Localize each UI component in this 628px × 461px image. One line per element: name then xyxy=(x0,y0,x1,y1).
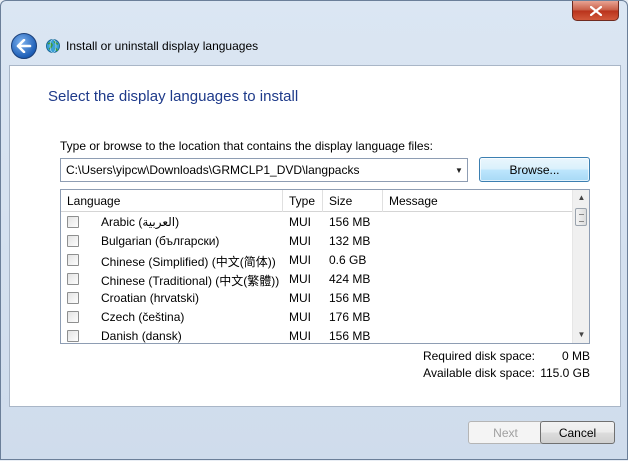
available-space-label: Available disk space: xyxy=(423,366,535,380)
close-button[interactable] xyxy=(572,1,619,21)
list-item[interactable]: Chinese (Simplified) (中文(简体)) MUI 0.6 GB xyxy=(61,251,572,270)
column-header-language[interactable]: Language xyxy=(61,190,283,212)
language-size: 156 MB xyxy=(329,291,371,305)
list-item[interactable]: Arabic (العربية) MUI 156 MB xyxy=(61,213,572,232)
window-title: Install or uninstall display languages xyxy=(66,39,259,53)
content-panel: Select the display languages to install … xyxy=(9,65,621,407)
language-checkbox[interactable] xyxy=(67,330,79,342)
language-size: 424 MB xyxy=(329,272,371,286)
language-type: MUI xyxy=(289,253,311,267)
language-name: Croatian (hrvatski) xyxy=(101,291,200,305)
language-checkbox[interactable] xyxy=(67,254,79,266)
scroll-down-icon[interactable]: ▼ xyxy=(573,327,589,343)
language-type: MUI xyxy=(289,234,311,248)
language-name: Bulgarian (български) xyxy=(101,234,220,248)
list-item[interactable]: Czech (čeština) MUI 176 MB xyxy=(61,308,572,327)
scrollbar-thumb[interactable] xyxy=(575,208,587,226)
next-button[interactable]: Next xyxy=(468,421,543,444)
language-name: Chinese (Traditional) (中文(繁體)) xyxy=(101,274,280,288)
language-name: Danish (dansk) xyxy=(101,329,182,343)
path-combobox[interactable]: C:\Users\yipcw\Downloads\GRMCLP1_DVD\lan… xyxy=(60,158,468,182)
language-size: 132 MB xyxy=(329,234,371,248)
language-type: MUI xyxy=(289,310,311,324)
path-input[interactable]: C:\Users\yipcw\Downloads\GRMCLP1_DVD\lan… xyxy=(66,163,451,177)
language-name: Czech (čeština) xyxy=(101,310,185,324)
globe-language-icon xyxy=(46,39,60,53)
back-button[interactable] xyxy=(11,33,37,59)
dialog-footer: Next Cancel xyxy=(1,409,628,461)
dialog-window: Install or uninstall display languages S… xyxy=(0,0,628,460)
path-prompt-label: Type or browse to the location that cont… xyxy=(60,139,433,153)
list-rows: Arabic (العربية) MUI 156 MB Bulgarian (б… xyxy=(61,213,572,343)
list-item[interactable]: Chinese (Traditional) (中文(繁體)) MUI 424 M… xyxy=(61,270,572,289)
navigation-bar: Install or uninstall display languages xyxy=(1,29,628,65)
language-checkbox[interactable] xyxy=(67,235,79,247)
language-size: 156 MB xyxy=(329,215,371,229)
browse-button[interactable]: Browse... xyxy=(479,157,590,182)
column-header-message[interactable]: Message xyxy=(383,190,572,212)
list-item[interactable]: Danish (dansk) MUI 156 MB xyxy=(61,327,572,343)
language-type: MUI xyxy=(289,272,311,286)
language-list[interactable]: Language Type Size Message Arabic (العرب… xyxy=(60,189,590,344)
column-header-type[interactable]: Type xyxy=(283,190,323,212)
language-size: 176 MB xyxy=(329,310,371,324)
list-header: Language Type Size Message xyxy=(61,190,572,212)
language-size: 156 MB xyxy=(329,329,371,343)
vertical-scrollbar[interactable]: ▲ ▼ xyxy=(572,190,589,343)
language-type: MUI xyxy=(289,291,311,305)
language-checkbox[interactable] xyxy=(67,216,79,228)
language-checkbox[interactable] xyxy=(67,292,79,304)
required-space-label: Required disk space: xyxy=(422,349,535,363)
language-name: Arabic (العربية) xyxy=(101,215,180,229)
list-item[interactable]: Croatian (hrvatski) MUI 156 MB xyxy=(61,289,572,308)
cancel-button[interactable]: Cancel xyxy=(540,421,615,444)
close-icon xyxy=(589,5,602,16)
language-type: MUI xyxy=(289,329,311,343)
language-type: MUI xyxy=(289,215,311,229)
column-header-size[interactable]: Size xyxy=(323,190,383,212)
list-item[interactable]: Bulgarian (български) MUI 132 MB xyxy=(61,232,572,251)
language-name: Chinese (Simplified) (中文(简体)) xyxy=(101,255,276,269)
available-space-value: 115.0 GB xyxy=(540,366,590,380)
page-heading: Select the display languages to install xyxy=(48,88,299,105)
back-arrow-icon xyxy=(16,39,32,53)
language-size: 0.6 GB xyxy=(329,253,367,267)
scroll-up-icon[interactable]: ▲ xyxy=(573,190,589,206)
dropdown-arrow-icon[interactable]: ▼ xyxy=(451,166,467,175)
required-space-value: 0 MB xyxy=(561,349,590,363)
language-checkbox[interactable] xyxy=(67,273,79,285)
language-checkbox[interactable] xyxy=(67,311,79,323)
